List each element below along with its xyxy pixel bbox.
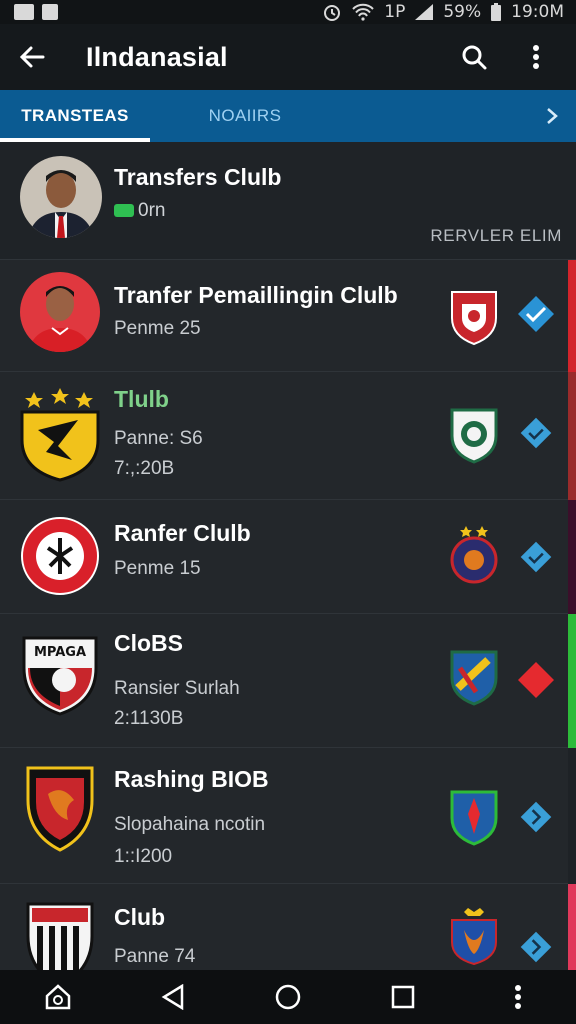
notification-icons [14,4,58,20]
item-line2: 7:,:20B [114,458,175,479]
item-line1: Slopahaina ncotin [114,814,266,835]
clock: 19:0M [511,2,564,22]
club-crest-icon [450,650,498,706]
chevron-right-icon [547,108,558,124]
club-crest-icon [450,408,498,464]
item-title: Club [114,904,166,930]
item-line1: Panne: S6 [114,428,203,449]
nav-circle-button[interactable] [258,970,318,1024]
tab-second[interactable]: NOAIIRS [160,90,330,142]
item-title: CloBS [114,630,183,656]
club-crest-icon [450,526,498,584]
status-dot-icon [114,204,134,218]
battery-icon [491,3,502,21]
nav-home-button[interactable] [28,970,88,1024]
alarm-icon [324,5,341,21]
avatar [20,272,100,352]
featured-title: Transfers Clulb [114,164,282,190]
back-button[interactable] [0,24,64,90]
overflow-menu-button[interactable] [514,35,558,79]
club-crest-icon [451,908,497,966]
square-icon [391,985,415,1009]
row-accent [568,614,576,748]
featured-note: RERVLER ELIM [430,226,562,245]
avatar [20,156,102,238]
club-logo-icon [26,766,94,852]
checked-icon[interactable] [516,294,556,334]
list-item[interactable]: Ranfer Clulb Penme 15 [0,500,576,614]
wifi-icon [352,3,374,21]
list-item[interactable]: MPAGA CloBS Ransier Surlah 2:1130B [0,614,576,748]
selected-icon[interactable] [516,660,556,700]
triangle-back-icon [161,984,184,1010]
item-title: Rashing BIOB [114,766,269,792]
item-line2: 1::I200 [114,846,173,867]
nav-menu-button[interactable] [488,970,548,1024]
circle-icon [275,984,301,1010]
item-title: Tranfer Pemaillingin Clulb [114,282,398,308]
row-accent [568,372,576,500]
status-bar: 1P 59% 19:0M [0,0,576,24]
checked-icon[interactable] [519,930,553,964]
app-bar: Ilndanasial [0,24,576,90]
checked-icon[interactable] [519,416,553,450]
more-vert-icon [533,45,539,69]
signal-text: 1P [384,2,406,22]
club-logo-icon: MPAGA [22,636,98,716]
club-logo-icon [20,388,100,482]
more-vert-icon [515,985,522,1009]
item-line1: Penme 15 [114,558,201,579]
item-title: Tlulb [114,386,169,412]
tab-scroll-button[interactable] [546,90,558,142]
list-item[interactable]: Tlulb Panne: S6 7:,:20B [0,372,576,500]
club-crest-icon [451,291,497,346]
row-accent [568,500,576,614]
row-accent [568,260,576,372]
row-accent [568,884,576,970]
item-line1: Panne 74 [114,946,196,967]
search-button[interactable] [452,35,496,79]
checked-icon[interactable] [519,800,553,834]
featured-value: 0rn [114,200,165,222]
item-line1: Penme 25 [114,318,201,339]
notification-icon [14,4,34,20]
featured-row[interactable]: Transfers Clulb 0rn RERVLER ELIM [0,142,576,260]
item-title: Ranfer Clulb [114,520,251,546]
notification-icon [42,4,58,20]
arrow-left-icon [19,46,45,68]
nav-recents-button[interactable] [373,970,433,1024]
home-icon [45,984,70,1010]
system-nav-bar [0,970,576,1024]
club-logo-icon [26,902,94,970]
tab-bar: TRANSTEAS NOAIIRS [0,90,576,142]
club-logo-icon [21,517,99,595]
item-line2: 2:1130B [114,708,184,729]
nav-back-button[interactable] [143,970,203,1024]
item-line1: Ransier Surlah [114,678,240,699]
signal-icon [415,4,434,20]
search-icon [462,45,487,70]
list-item[interactable]: Rashing BIOB Slopahaina ncotin 1::I200 [0,748,568,884]
checked-icon[interactable] [519,540,553,574]
club-crest-icon [450,790,498,846]
transfer-list: Transfers Clulb 0rn RERVLER ELIM Tranfer… [0,142,576,970]
list-item[interactable]: Tranfer Pemaillingin Clulb Penme 25 [0,260,576,372]
tab-transfers[interactable]: TRANSTEAS [0,90,150,142]
battery-percent: 59% [443,2,482,22]
page-title: Ilndanasial [86,41,228,72]
list-item[interactable]: Club Panne 74 [0,884,576,970]
svg-text:MPAGA: MPAGA [34,645,86,660]
